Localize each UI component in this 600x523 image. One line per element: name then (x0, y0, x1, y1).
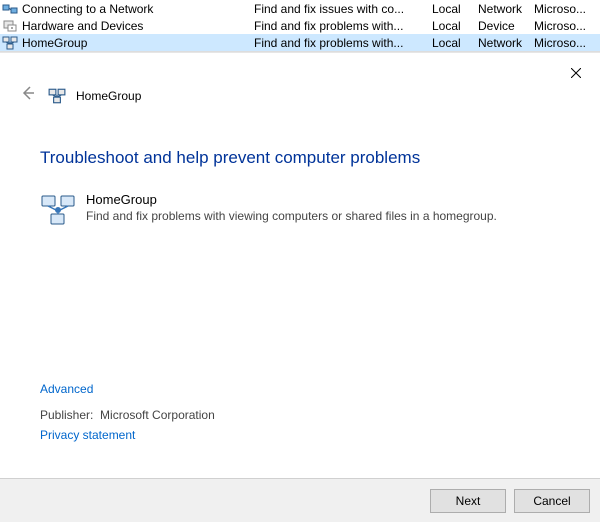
row-location: Local (432, 2, 478, 16)
publisher-label: Publisher: (40, 408, 93, 422)
next-button[interactable]: Next (430, 489, 506, 513)
row-location: Local (432, 19, 478, 33)
publisher-row: Publisher: Microsoft Corporation (40, 408, 215, 422)
row-publisher: Microso... (534, 2, 588, 16)
cancel-button[interactable]: Cancel (514, 489, 590, 513)
row-category: Network (478, 36, 534, 50)
back-button[interactable] (18, 83, 38, 108)
table-row[interactable]: Connecting to a Network Find and fix iss… (0, 0, 600, 17)
row-name: Hardware and Devices (22, 19, 254, 33)
row-name: Connecting to a Network (22, 2, 254, 16)
close-button[interactable] (560, 61, 592, 85)
homegroup-icon (2, 35, 18, 51)
homegroup-icon (48, 87, 66, 105)
item-title: HomeGroup (86, 192, 497, 207)
row-category: Network (478, 2, 534, 16)
homegroup-large-icon (40, 192, 76, 228)
row-publisher: Microso... (534, 19, 588, 33)
privacy-link[interactable]: Privacy statement (40, 428, 215, 442)
row-publisher: Microso... (534, 36, 588, 50)
row-name: HomeGroup (22, 36, 254, 50)
dialog-links: Advanced Publisher: Microsoft Corporatio… (40, 376, 215, 442)
table-row[interactable]: Hardware and Devices Find and fix proble… (0, 17, 600, 34)
row-desc: Find and fix issues with co... (254, 2, 432, 16)
device-icon (2, 18, 18, 34)
dialog-title: Troubleshoot and help prevent computer p… (40, 148, 560, 168)
item-description: Find and fix problems with viewing compu… (86, 209, 497, 223)
row-category: Device (478, 19, 534, 33)
row-desc: Find and fix problems with... (254, 19, 432, 33)
troubleshooter-item: HomeGroup Find and fix problems with vie… (40, 192, 560, 228)
dialog-content: Troubleshoot and help prevent computer p… (0, 108, 600, 228)
troubleshooter-list: Connecting to a Network Find and fix iss… (0, 0, 600, 52)
row-desc: Find and fix problems with... (254, 36, 432, 50)
troubleshooter-dialog: HomeGroup Troubleshoot and help prevent … (0, 52, 600, 522)
table-row-selected[interactable]: HomeGroup Find and fix problems with... … (0, 34, 600, 51)
publisher-value: Microsoft Corporation (100, 408, 215, 422)
dialog-button-bar: Next Cancel (0, 478, 600, 522)
advanced-link[interactable]: Advanced (40, 382, 215, 396)
dialog-header: HomeGroup (0, 53, 600, 108)
dialog-brand: HomeGroup (76, 89, 141, 103)
network-icon (2, 1, 18, 17)
row-location: Local (432, 36, 478, 50)
